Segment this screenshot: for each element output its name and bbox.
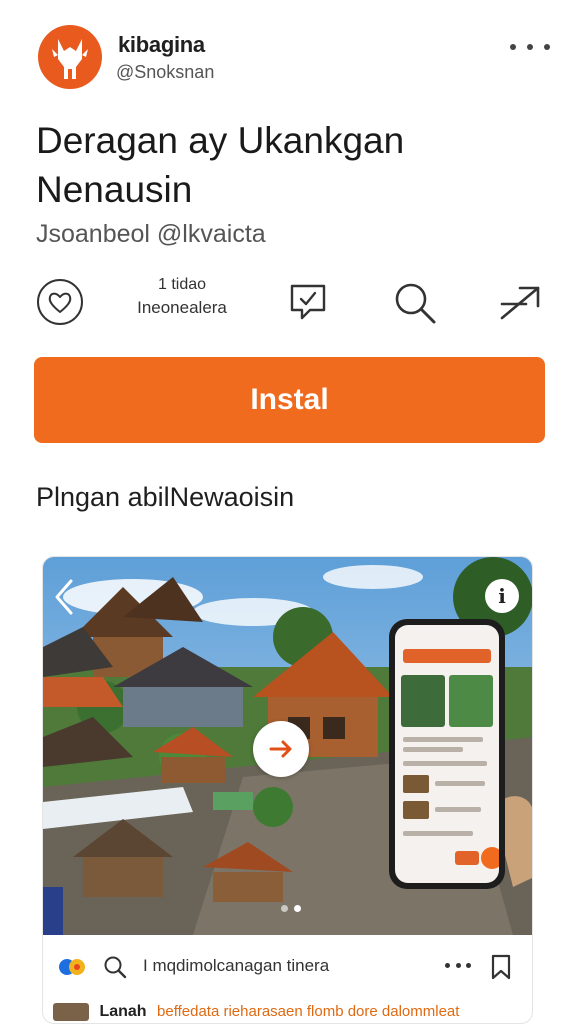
app-name: kibagina xyxy=(118,32,205,57)
play-button[interactable] xyxy=(253,721,309,777)
comment-text: beffedata rieharasaen flomb dore dalomml… xyxy=(157,1003,460,1020)
comment-row: Lanah beffedata rieharasaen flomb dore d… xyxy=(53,1003,532,1023)
previous-arrow-icon[interactable] xyxy=(49,577,79,617)
card-footer: I mqdimolcanagan tinera xyxy=(43,947,532,987)
more-options-icon[interactable] xyxy=(445,963,471,971)
page-title: Deragan ay Ukankgan Nenausin xyxy=(36,120,405,210)
stats-count: 1 tidao xyxy=(157,276,207,293)
app-handle: @Snoksnan xyxy=(116,62,215,82)
section-title: Plngan abilNewaoisin xyxy=(36,482,295,512)
bookmark-icon[interactable] xyxy=(489,953,513,981)
search-icon[interactable] xyxy=(103,955,127,979)
stats-label: Ineonealera xyxy=(137,298,227,317)
action-bar xyxy=(0,272,576,336)
reaction-icons[interactable] xyxy=(57,957,89,977)
fox-logo-icon[interactable] xyxy=(38,25,102,89)
carousel-dots[interactable] xyxy=(281,905,301,912)
search-icon[interactable] xyxy=(392,280,438,326)
comment-username[interactable]: Lanah xyxy=(99,1003,146,1020)
info-button[interactable]: i xyxy=(485,579,519,613)
stats-block: 1 tidao Ineonealera xyxy=(122,276,242,318)
comment-icon[interactable] xyxy=(286,280,330,324)
share-arrow-icon[interactable] xyxy=(498,280,544,326)
page-subtitle: Jsoanbeol @lkvaicta xyxy=(36,220,266,248)
phone-mockup xyxy=(389,619,505,889)
footer-caption: I mqdimolcanagan tinera xyxy=(143,956,330,975)
media-carousel[interactable]: i xyxy=(43,557,532,935)
comment-thumbnail xyxy=(53,1003,89,1021)
app-header: kibagina @Snoksnan xyxy=(0,0,576,100)
heart-icon[interactable] xyxy=(36,278,84,326)
post-card: i I mqdimolcanagan tinera Lanah beffedat… xyxy=(42,556,533,1024)
more-options-icon[interactable] xyxy=(510,40,550,54)
install-button[interactable]: Instal xyxy=(34,357,545,443)
